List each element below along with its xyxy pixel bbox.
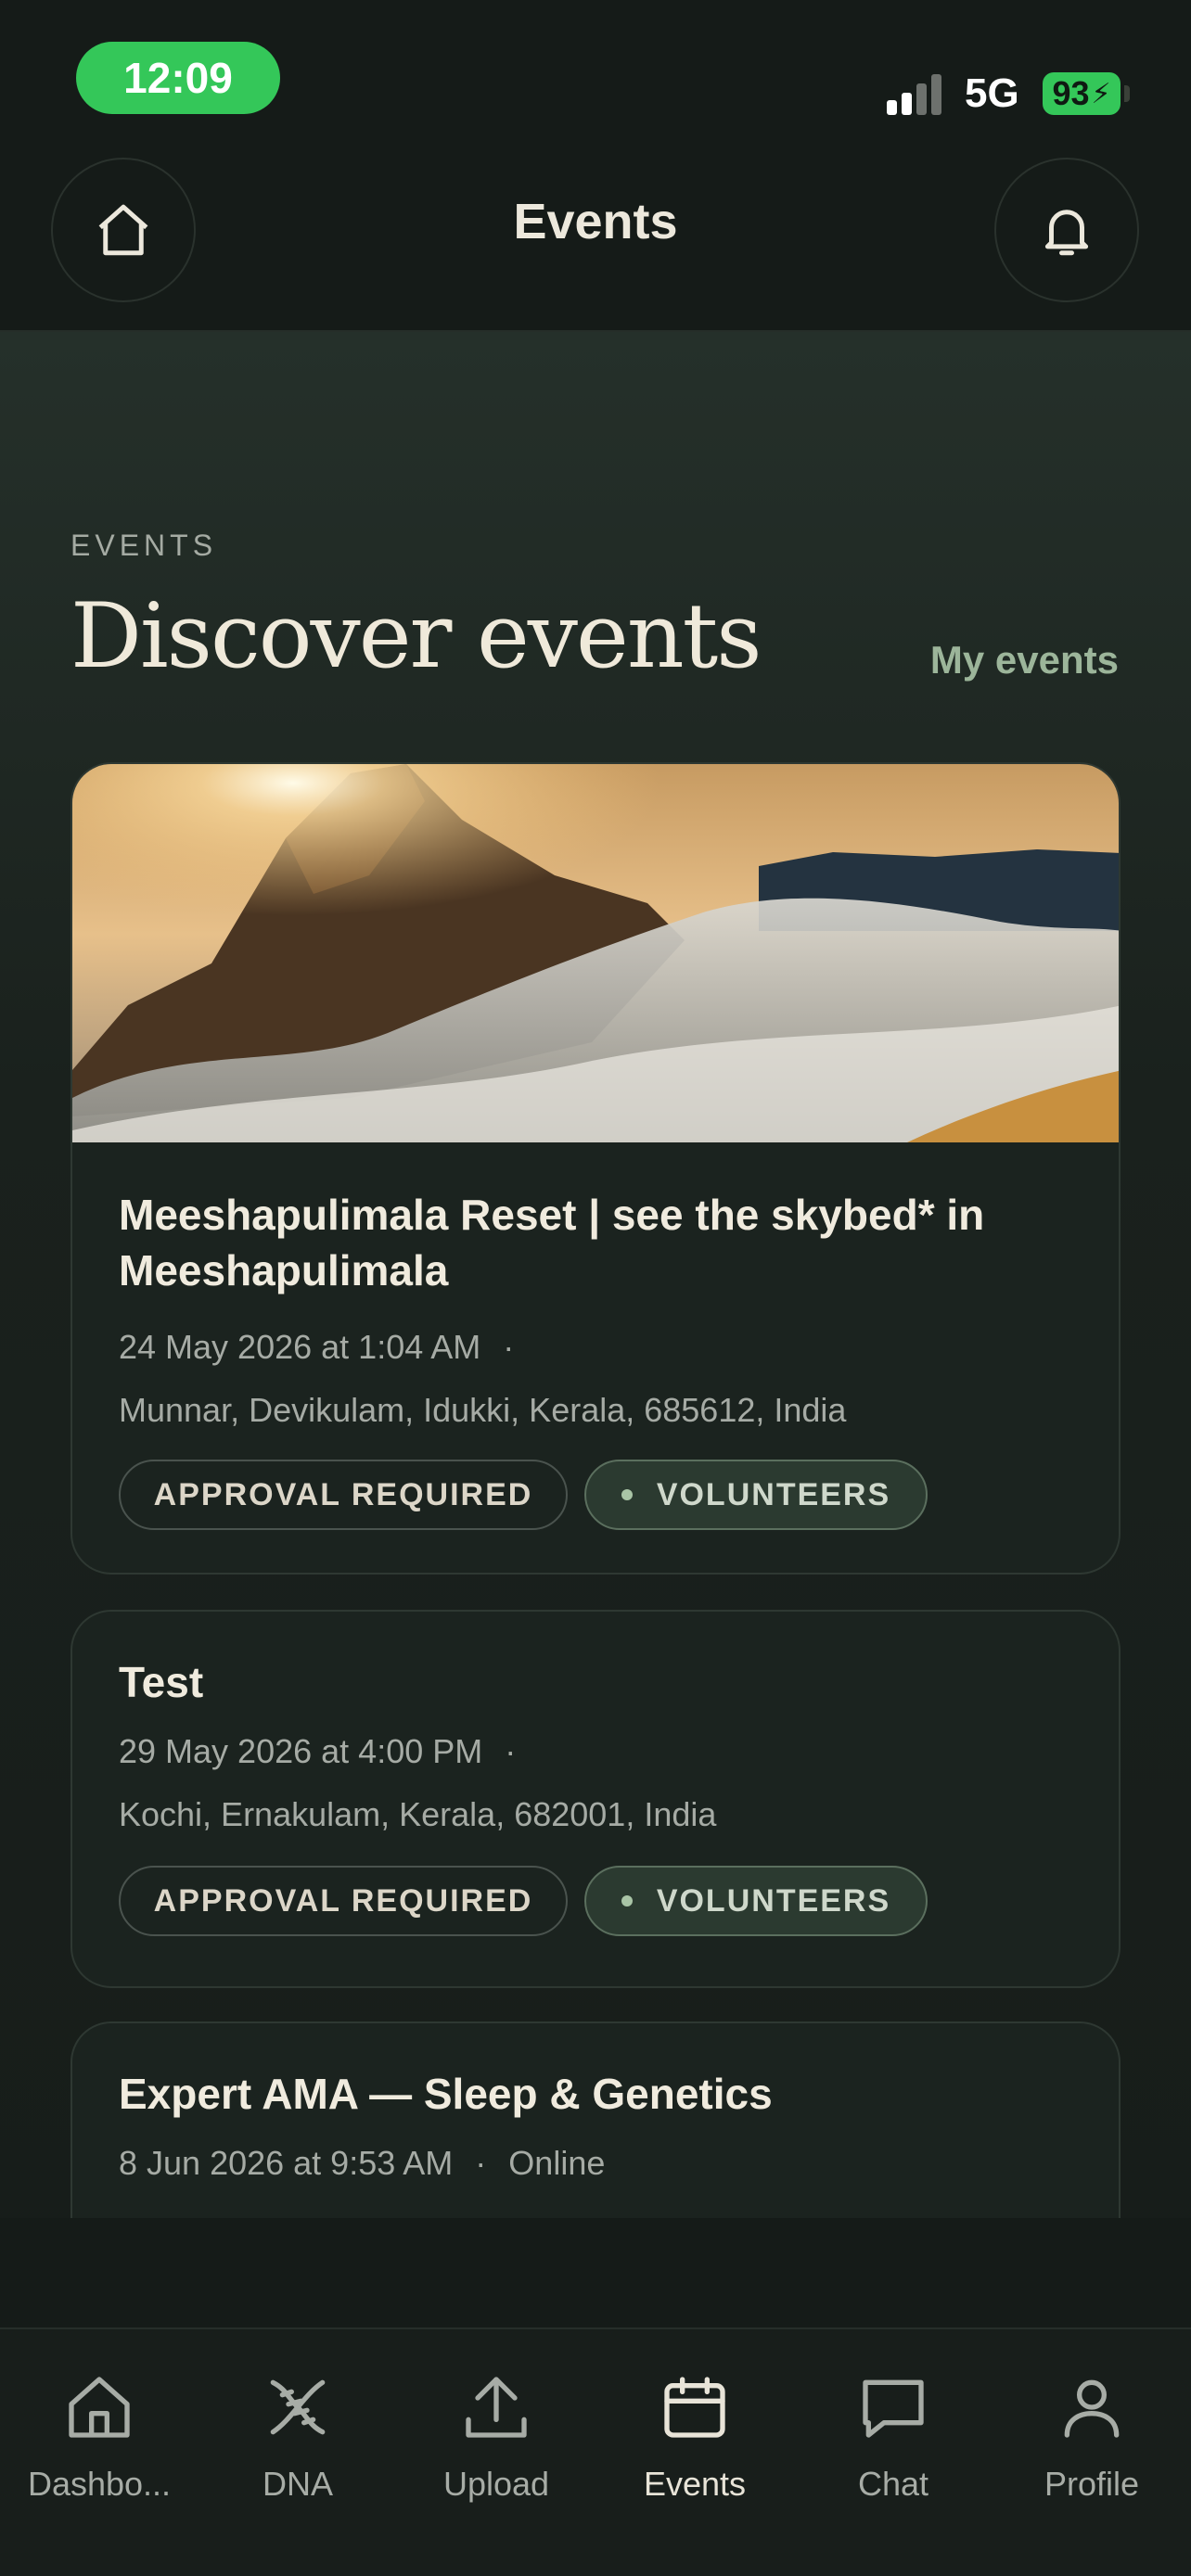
meta-separator: · <box>503 1328 515 1366</box>
battery-level: 93 <box>1052 74 1090 112</box>
status-dot <box>621 1895 633 1906</box>
section-eyebrow: EVENTS <box>70 529 218 562</box>
event-title[interactable]: Expert AMA — Sleep & Genetics <box>119 2066 1083 2122</box>
badge-label: APPROVAL REQUIRED <box>153 1882 533 1919</box>
network-label: 5G <box>965 70 1019 116</box>
approval-required-badge: APPROVAL REQUIRED <box>119 1460 568 1530</box>
event-title[interactable]: Meeshapulimala Reset | see the skybed* i… <box>119 1187 1083 1298</box>
event-location: Munnar, Devikulam, Idukki, Kerala, 68561… <box>119 1391 847 1429</box>
event-date: 8 Jun 2026 at 9:53 AM <box>119 2144 454 2182</box>
nav-label: Chat <box>857 2465 929 2503</box>
battery-icon: 93 ⚡ <box>1043 72 1121 115</box>
badge-label: VOLUNTEERS <box>656 1476 891 1512</box>
events-content[interactable]: EVENTS Discover events My events Meeshap… <box>0 332 1191 2218</box>
badge-label: VOLUNTEERS <box>656 1882 891 1919</box>
nav-item-profile[interactable]: Profile <box>992 2370 1191 2504</box>
nav-item-events[interactable]: Events <box>596 2370 794 2504</box>
status-time: 12:09 <box>76 42 280 114</box>
event-date: 29 May 2026 at 4:00 PM <box>119 1732 483 1770</box>
nav-label: DNA <box>262 2465 333 2503</box>
event-datetime: 29 May 2026 at 4:00 PM · <box>119 1732 516 1771</box>
event-image <box>72 764 1119 1142</box>
meta-separator: · <box>505 1732 517 1770</box>
profile-icon <box>1064 2379 1120 2438</box>
nav-item-dna[interactable]: DNA <box>198 2370 397 2504</box>
upload-icon <box>466 2377 527 2438</box>
badge-label: APPROVAL REQUIRED <box>153 1476 533 1512</box>
bell-icon <box>1044 210 1089 256</box>
bottom-nav: Dashbo... DNA Upload Events Chat Profile <box>0 2327 1191 2576</box>
nav-label: Events <box>643 2465 747 2503</box>
approval-required-badge: APPROVAL REQUIRED <box>119 1866 568 1936</box>
nav-item-dashboard[interactable]: Dashbo... <box>0 2370 198 2504</box>
nav-label: Upload <box>442 2465 550 2503</box>
nav-item-upload[interactable]: Upload <box>397 2370 596 2504</box>
nav-label: Profile <box>1044 2465 1140 2503</box>
dna-icon <box>270 2379 326 2435</box>
event-datetime: 8 Jun 2026 at 9:53 AM · Online <box>119 2144 605 2183</box>
my-events-link[interactable]: My events <box>930 638 1119 682</box>
volunteers-badge: VOLUNTEERS <box>584 1460 928 1530</box>
notifications-button[interactable] <box>994 158 1139 302</box>
volunteers-badge: VOLUNTEERS <box>584 1866 928 1936</box>
nav-label: Dashbo... <box>27 2465 172 2503</box>
event-card[interactable]: Test 29 May 2026 at 4:00 PM · Kochi, Ern… <box>70 1610 1121 1988</box>
nav-item-chat[interactable]: Chat <box>794 2370 992 2504</box>
event-location: Kochi, Ernakulam, Kerala, 682001, India <box>119 1795 717 1833</box>
home-icon <box>69 2377 130 2438</box>
event-title[interactable]: Test <box>119 1654 1083 1710</box>
meta-separator: · <box>475 2144 487 2182</box>
signal-icon <box>887 72 952 115</box>
event-datetime: 24 May 2026 at 1:04 AM · <box>119 1328 514 1367</box>
event-location: Online <box>508 2144 606 2182</box>
chat-icon <box>863 2379 924 2438</box>
battery-tip <box>1124 85 1130 102</box>
status-dot <box>621 1489 633 1500</box>
event-date: 24 May 2026 at 1:04 AM <box>119 1328 481 1366</box>
event-card[interactable]: Meeshapulimala Reset | see the skybed* i… <box>70 762 1121 1575</box>
calendar-icon <box>664 2377 725 2438</box>
section-title: Discover events <box>70 584 762 688</box>
event-card[interactable]: Expert AMA — Sleep & Genetics 8 Jun 2026… <box>70 2021 1121 2218</box>
